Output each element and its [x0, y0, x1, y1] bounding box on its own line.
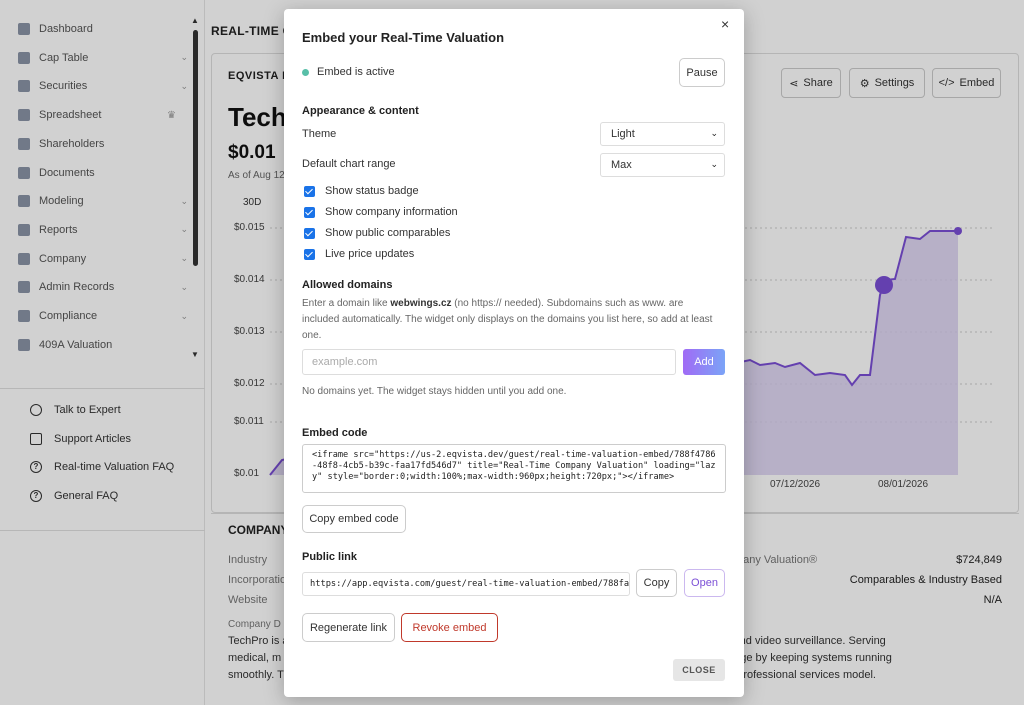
embed-modal: Embed your Real-Time Valuation × Embed i… [284, 9, 744, 697]
checkbox-label: Show public comparables [325, 227, 451, 239]
embed-status: Embed is active [317, 66, 395, 78]
checkbox-live-price-updates[interactable]: Live price updates [304, 246, 414, 262]
copy-embed-code-button[interactable]: Copy embed code [302, 505, 406, 533]
public-link-heading: Public link [302, 551, 358, 563]
copy-link-button[interactable]: Copy [636, 569, 677, 597]
chart-range-select[interactable]: Max ⌄ [600, 153, 725, 177]
public-link-field[interactable]: https://app.eqvista.com/guest/real-time-… [302, 572, 630, 596]
embed-code-heading: Embed code [302, 427, 368, 439]
modal-title: Embed your Real-Time Valuation [302, 30, 505, 45]
close-icon[interactable]: × [721, 16, 729, 32]
chevron-down-icon: ⌄ [710, 128, 718, 138]
checkbox-label: Show company information [325, 206, 458, 218]
embed-code-textarea[interactable]: <iframe src="https://us-2.eqvista.dev/gu… [302, 444, 726, 493]
pause-button[interactable]: Pause [679, 58, 725, 87]
checkbox-show-public-comparables[interactable]: Show public comparables [304, 225, 450, 241]
checkbox-show-company-information[interactable]: Show company information [304, 204, 458, 220]
theme-select[interactable]: Light ⌄ [600, 122, 725, 146]
close-button[interactable]: CLOSE [673, 659, 725, 681]
open-link-button[interactable]: Open [684, 569, 725, 597]
add-domain-button[interactable]: Add [683, 349, 725, 375]
appearance-heading: Appearance & content [302, 105, 419, 117]
theme-value: Light [611, 128, 635, 140]
chart-range-value: Max [611, 159, 632, 171]
allowed-domains-heading: Allowed domains [302, 279, 393, 291]
checkbox-show-status-badge[interactable]: Show status badge [304, 183, 419, 199]
chart-range-label: Default chart range [302, 158, 396, 170]
checkbox-checked-icon[interactable] [304, 227, 315, 239]
no-domains-message: No domains yet. The widget stays hidden … [302, 386, 567, 397]
checkbox-label: Live price updates [325, 248, 415, 260]
help-text-start: Enter a domain like [302, 298, 391, 309]
regenerate-link-button[interactable]: Regenerate link [302, 613, 395, 642]
checkbox-label: Show status badge [325, 185, 419, 197]
chevron-down-icon: ⌄ [710, 159, 718, 169]
theme-label: Theme [302, 128, 337, 140]
status-dot-icon [302, 69, 309, 76]
checkbox-checked-icon[interactable] [304, 185, 315, 197]
revoke-embed-button[interactable]: Revoke embed [401, 613, 498, 642]
example-domain: webwings.cz [390, 298, 452, 309]
domain-input[interactable]: example.com [302, 349, 676, 375]
checkbox-checked-icon[interactable] [304, 248, 315, 260]
checkbox-checked-icon[interactable] [304, 206, 315, 218]
domains-help-text: Enter a domain like webwings.cz (no http… [302, 296, 722, 344]
